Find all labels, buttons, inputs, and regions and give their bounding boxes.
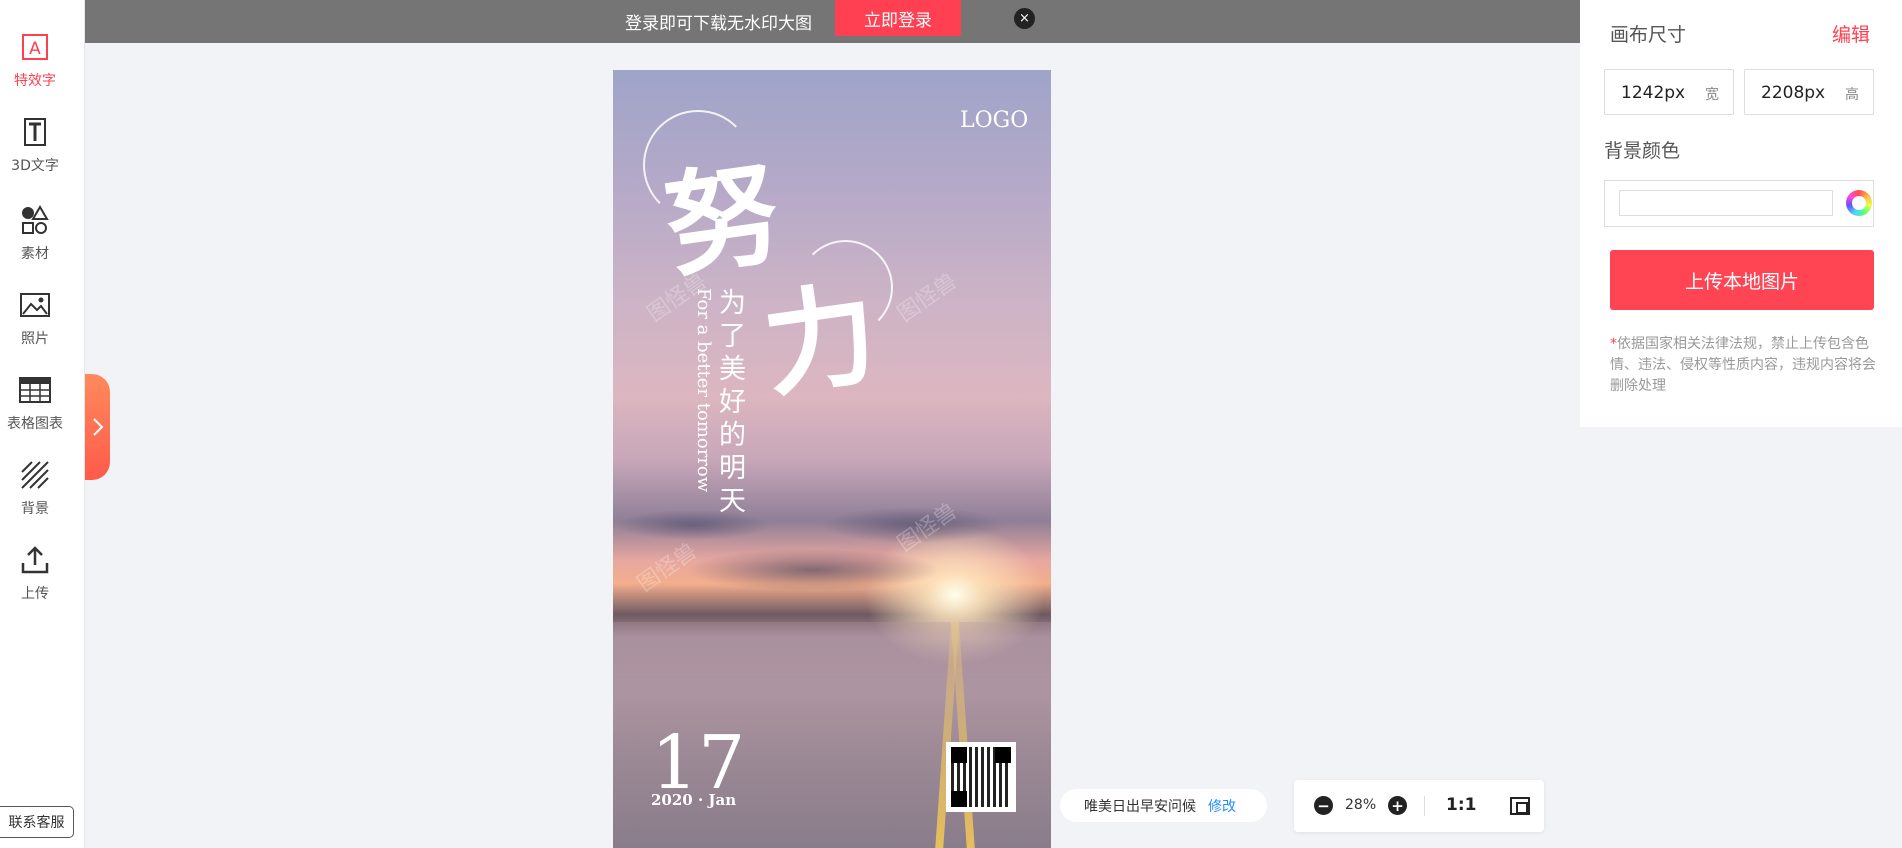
- tool-label: 背景: [21, 501, 49, 517]
- chevron-right-icon: [92, 418, 103, 436]
- background-pattern-icon: [21, 461, 49, 489]
- close-icon[interactable]: ×: [1014, 8, 1035, 29]
- actual-size-button[interactable]: 1:1: [1446, 795, 1476, 815]
- bg-color-picker: [1604, 180, 1874, 227]
- image-icon: [20, 293, 50, 317]
- upload-icon: [21, 546, 49, 574]
- tool-label: 上传: [21, 586, 49, 602]
- poster-canvas[interactable]: 图怪兽 图怪兽 图怪兽 图怪兽 LOGO 努 力 为了美好的明天 For a b…: [613, 70, 1051, 848]
- shapes-icon: [22, 205, 49, 234]
- poster-date[interactable]: 2020 · Jan: [651, 791, 736, 809]
- tool-photos[interactable]: 照片: [0, 288, 70, 348]
- zoom-value: 28%: [1345, 797, 1377, 813]
- tool-3d-text[interactable]: 3D文字: [0, 115, 70, 175]
- fit-screen-icon[interactable]: [1510, 797, 1530, 815]
- upload-notice: *依据国家相关法律法规，禁止上传包含色情、违法、侵权等性质内容，违规内容将会删除…: [1610, 334, 1880, 397]
- bg-color-label: 背景颜色: [1604, 140, 1681, 162]
- notice-text: 依据国家相关法律法规，禁止上传包含色情、违法、侵权等性质内容，违规内容将会删除处…: [1610, 336, 1876, 394]
- template-edit-link[interactable]: 修改: [1208, 796, 1236, 816]
- edit-size-link[interactable]: 编辑: [1832, 20, 1870, 47]
- width-value: 1242px: [1621, 83, 1686, 103]
- tool-materials[interactable]: 素材: [0, 203, 70, 263]
- expand-panel-button[interactable]: [85, 374, 110, 480]
- tool-label: 表格图表: [7, 416, 63, 432]
- canvas-settings-panel: 画布尺寸 编辑 1242px 宽 2208px 高 背景颜色 上传本地图片 *依…: [1580, 0, 1902, 427]
- table-icon: [19, 377, 51, 403]
- text-effect-icon: A: [22, 34, 48, 60]
- 3d-text-icon: [24, 118, 46, 146]
- template-name-pill: 唯美日出早安问候 修改: [1060, 789, 1267, 822]
- login-button[interactable]: 立即登录: [835, 0, 961, 36]
- login-banner: 登录即可下载无水印大图 立即登录 ×: [85, 0, 1580, 43]
- color-wheel-icon[interactable]: [1846, 190, 1872, 216]
- width-field[interactable]: 1242px 宽: [1604, 69, 1734, 115]
- poster-headline-char[interactable]: 力: [752, 243, 885, 419]
- bg-color-input[interactable]: [1619, 190, 1833, 216]
- template-name: 唯美日出早安问候: [1084, 798, 1196, 815]
- divider: [1424, 796, 1425, 816]
- left-toolbar: A 特效字 3D文字 素材 照片 表格图表 背景 上传 联系客服: [0, 0, 85, 848]
- banner-text: 登录即可下载无水印大图: [625, 14, 812, 34]
- height-value: 2208px: [1761, 83, 1826, 103]
- poster-logo[interactable]: LOGO: [960, 108, 1028, 133]
- width-unit: 宽: [1705, 87, 1719, 103]
- svg-text:A: A: [29, 39, 41, 59]
- tool-background[interactable]: 背景: [0, 458, 70, 518]
- panel-title: 画布尺寸: [1610, 24, 1687, 46]
- zoom-in-icon[interactable]: +: [1388, 796, 1407, 815]
- qr-code[interactable]: [946, 742, 1016, 812]
- contact-support-button[interactable]: 联系客服: [0, 806, 74, 838]
- tool-tables-charts[interactable]: 表格图表: [0, 373, 70, 433]
- qr-pattern: [951, 747, 1011, 807]
- upload-image-button[interactable]: 上传本地图片: [1610, 250, 1874, 310]
- tool-upload[interactable]: 上传: [0, 543, 70, 603]
- poster-subtitle-en[interactable]: For a better tomorrow: [693, 288, 714, 492]
- tool-label: 特效字: [14, 73, 56, 89]
- notice-asterisk: *: [1610, 336, 1617, 352]
- tool-label: 素材: [21, 246, 49, 262]
- height-field[interactable]: 2208px 高: [1744, 69, 1874, 115]
- tool-text-effect[interactable]: A 特效字: [0, 30, 70, 90]
- watermark: 图怪兽: [893, 268, 962, 328]
- tool-label: 照片: [21, 331, 49, 347]
- height-unit: 高: [1845, 87, 1859, 103]
- zoom-bar: − 28% + 1:1: [1294, 780, 1544, 832]
- tool-label: 3D文字: [11, 158, 59, 174]
- poster-subtitle-cn[interactable]: 为了美好的明天: [714, 288, 749, 519]
- zoom-out-icon[interactable]: −: [1314, 796, 1333, 815]
